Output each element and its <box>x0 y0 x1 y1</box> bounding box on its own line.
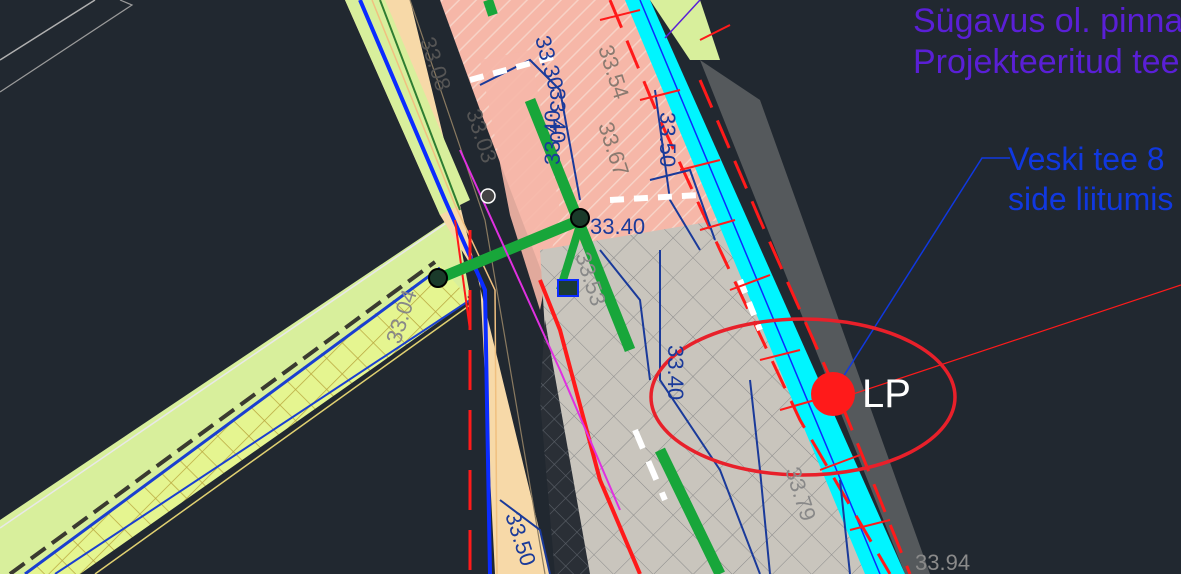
elevation-label: 33.94 <box>915 550 970 574</box>
lp-point-icon <box>811 372 855 416</box>
elevation-label: 33.50 <box>655 112 680 167</box>
elevation-label: 33.40 <box>590 214 645 239</box>
map-drawing: LP 33.30 33.40 33.54 33.50 33.40 33.67 3… <box>0 0 1181 574</box>
cad-map-canvas[interactable]: LP 33.30 33.40 33.54 33.50 33.40 33.67 3… <box>0 0 1181 574</box>
projected-road-annotation: Projekteeritud tee <box>913 43 1180 81</box>
diagonal-footpath <box>0 214 471 574</box>
map-annotations: Sügavus ol. pinna Projekteeritud tee Ves… <box>913 2 1181 217</box>
building-outline <box>0 0 134 93</box>
callout-connection-line: side liitumis <box>1008 181 1173 217</box>
lp-label: LP <box>862 372 911 416</box>
elevation-label: 33.40 <box>545 88 570 143</box>
depth-annotation: Sügavus ol. pinna <box>913 2 1181 40</box>
callout-address-line: Veski tee 8 <box>1008 141 1165 177</box>
elevation-label: 33.40 <box>663 345 688 400</box>
